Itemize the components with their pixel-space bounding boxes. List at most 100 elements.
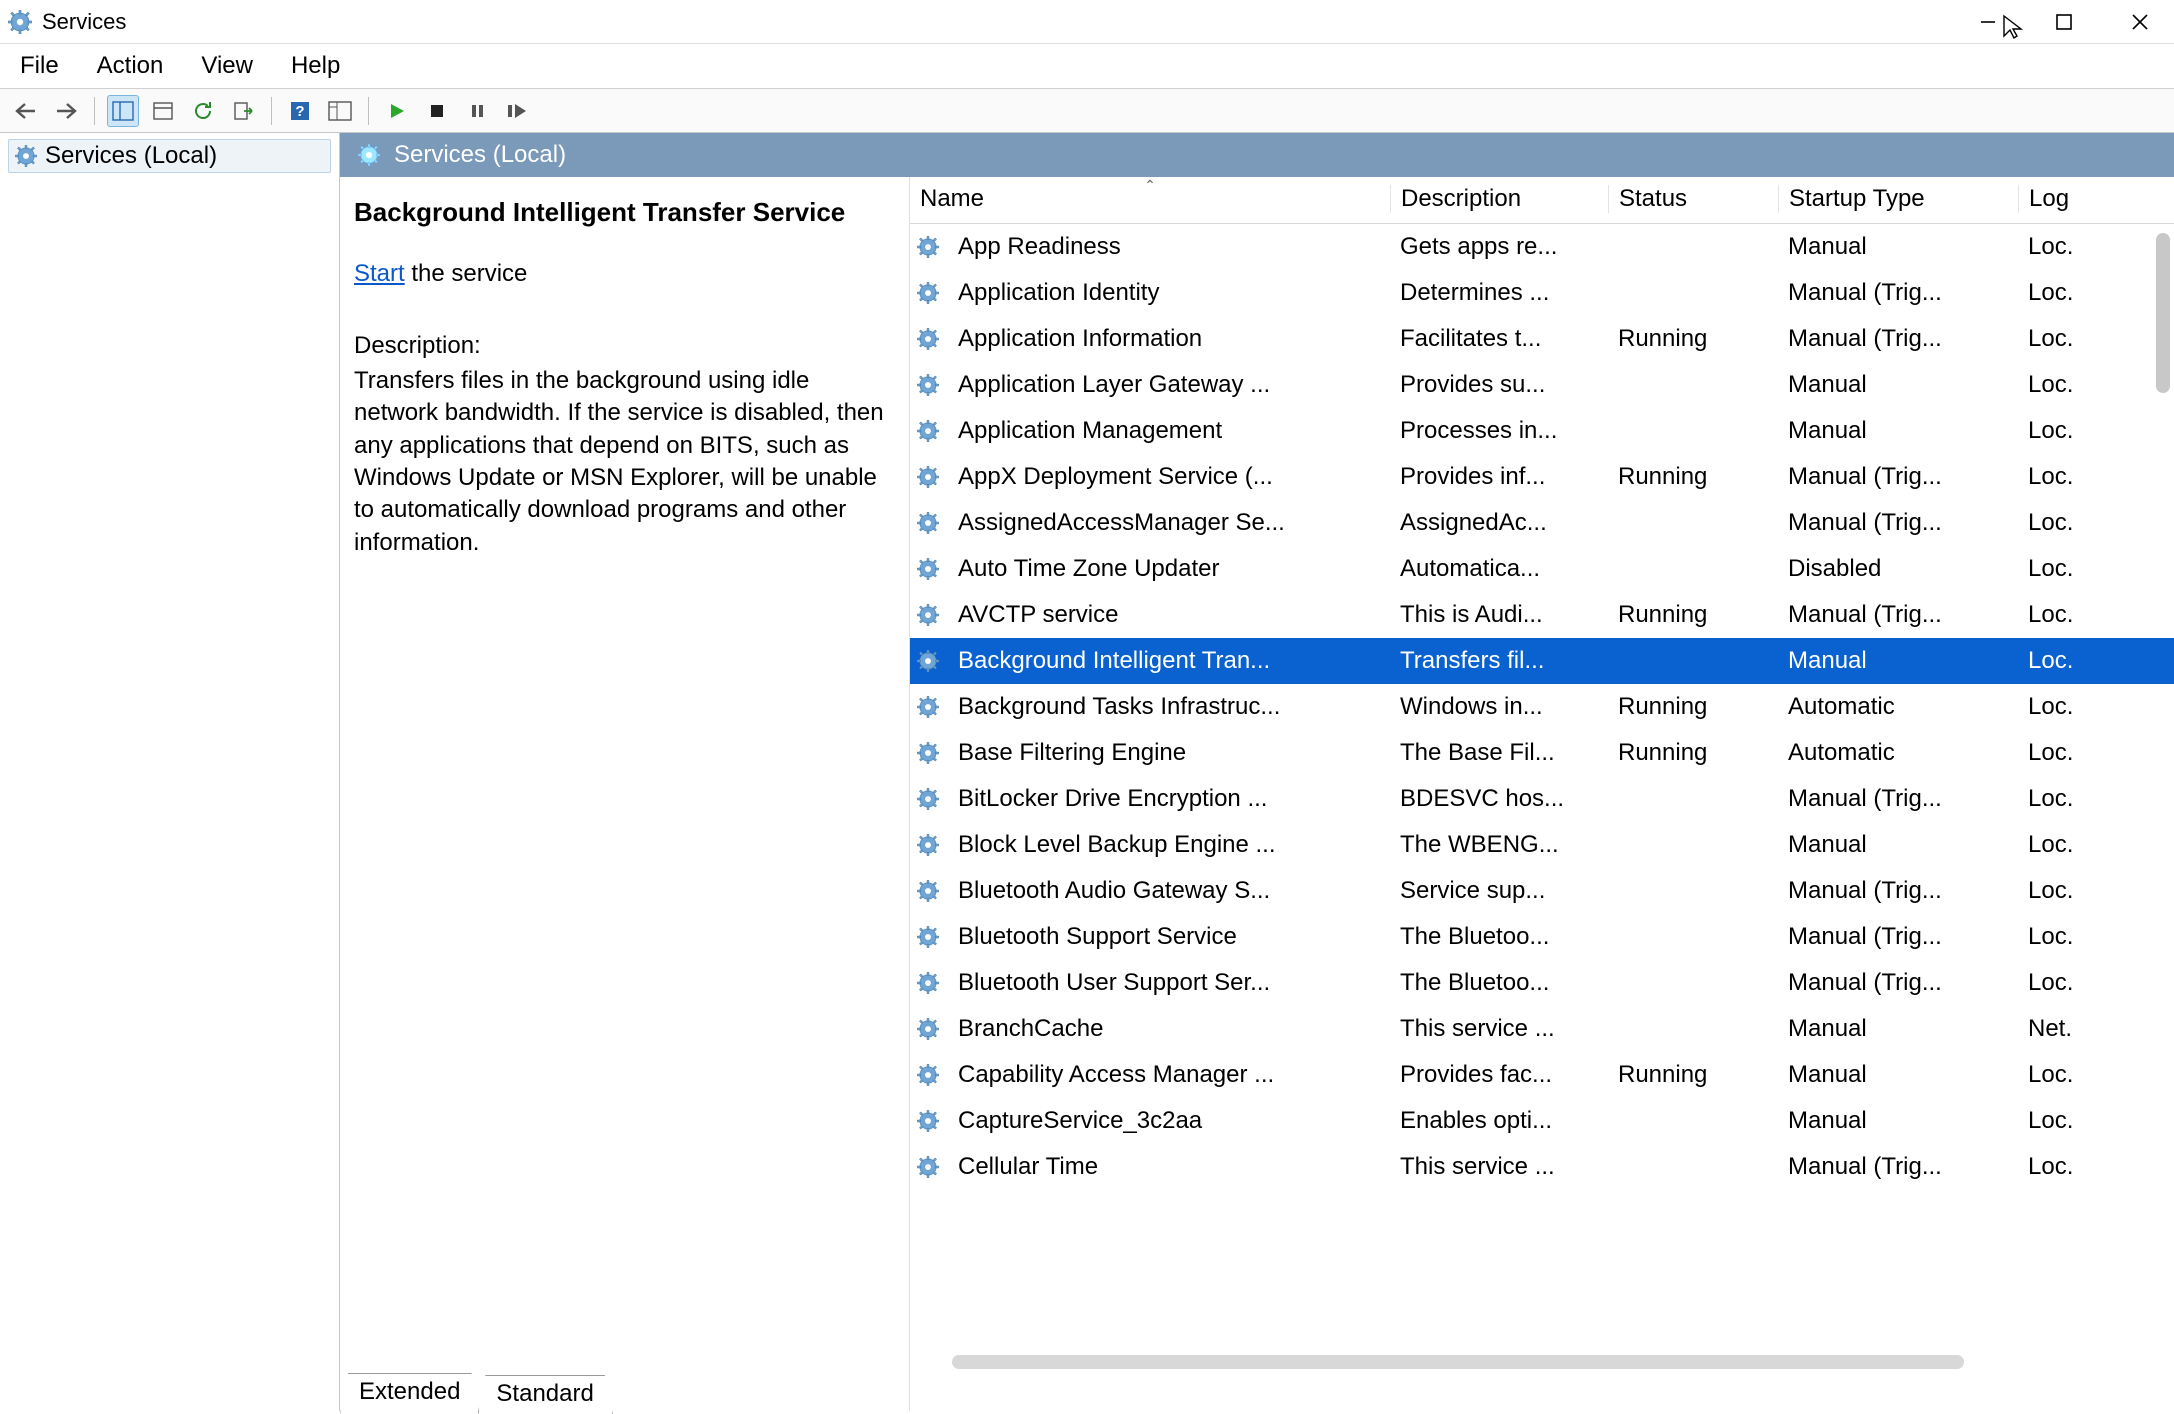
back-button[interactable] [10, 95, 42, 127]
service-row[interactable]: CaptureService_3c2aaEnables opti...Manua… [910, 1098, 2174, 1144]
gear-icon [914, 1018, 942, 1040]
service-row[interactable]: Auto Time Zone UpdaterAutomatica...Disab… [910, 546, 2174, 592]
restart-service-button[interactable] [501, 95, 533, 127]
service-startup: Manual (Trig... [1778, 279, 2018, 307]
gear-icon [914, 926, 942, 948]
service-name: Application Information [948, 325, 1390, 353]
gear-icon [914, 236, 942, 258]
service-logon: Loc. [2018, 693, 2098, 721]
service-startup: Manual (Trig... [1778, 969, 2018, 997]
service-row[interactable]: Block Level Backup Engine ...The WBENG..… [910, 822, 2174, 868]
service-row[interactable]: Application Layer Gateway ...Provides su… [910, 362, 2174, 408]
col-status[interactable]: Status [1608, 185, 1778, 213]
show-hide-tree-button[interactable] [107, 95, 139, 127]
col-name[interactable]: ⌃Name [910, 185, 1390, 213]
service-row[interactable]: Base Filtering EngineThe Base Fil...Runn… [910, 730, 2174, 776]
forward-button[interactable] [50, 95, 82, 127]
horizontal-scrollbar[interactable] [952, 1355, 1964, 1369]
service-name: App Readiness [948, 233, 1390, 261]
service-row[interactable]: Application IdentityDetermines ...Manual… [910, 270, 2174, 316]
tab-standard[interactable]: Standard [477, 1375, 612, 1414]
service-name: Application Layer Gateway ... [948, 371, 1390, 399]
service-logon: Loc. [2018, 877, 2098, 905]
gear-icon [914, 742, 942, 764]
tab-extended[interactable]: Extended [340, 1373, 479, 1414]
gear-icon [914, 512, 942, 534]
gear-icon [914, 1064, 942, 1086]
console-button[interactable] [324, 95, 356, 127]
gear-icon [914, 328, 942, 350]
col-description[interactable]: Description [1390, 185, 1608, 213]
tree-root-item[interactable]: Services (Local) [8, 139, 331, 173]
titlebar: Services [0, 0, 2174, 44]
tree-pane: Services (Local) [0, 133, 340, 1411]
service-startup: Manual (Trig... [1778, 601, 2018, 629]
service-row[interactable]: Cellular TimeThis service ...Manual (Tri… [910, 1144, 2174, 1190]
service-logon: Loc. [2018, 417, 2098, 445]
menu-help[interactable]: Help [291, 52, 340, 80]
pause-service-button[interactable] [461, 95, 493, 127]
export-button[interactable] [227, 95, 259, 127]
service-row[interactable]: Application InformationFacilitates t...R… [910, 316, 2174, 362]
service-logon: Loc. [2018, 279, 2098, 307]
col-logon[interactable]: Log [2018, 185, 2098, 213]
service-logon: Loc. [2018, 233, 2098, 261]
gear-icon [15, 145, 37, 167]
menu-view[interactable]: View [201, 52, 253, 80]
menu-action[interactable]: Action [97, 52, 164, 80]
service-startup: Manual [1778, 831, 2018, 859]
service-logon: Loc. [2018, 1061, 2098, 1089]
service-startup: Disabled [1778, 555, 2018, 583]
service-row[interactable]: Background Tasks Infrastruc...Windows in… [910, 684, 2174, 730]
service-name: AVCTP service [948, 601, 1390, 629]
service-row[interactable]: BitLocker Drive Encryption ...BDESVC hos… [910, 776, 2174, 822]
close-button[interactable] [2122, 4, 2158, 40]
service-row[interactable]: Application ManagementProcesses in...Man… [910, 408, 2174, 454]
list-body[interactable]: App ReadinessGets apps re...ManualLoc.Ap… [910, 224, 2174, 1411]
service-row[interactable]: BranchCacheThis service ...ManualNet. [910, 1006, 2174, 1052]
service-row[interactable]: App ReadinessGets apps re...ManualLoc. [910, 224, 2174, 270]
service-startup: Manual [1778, 417, 2018, 445]
service-startup: Manual (Trig... [1778, 785, 2018, 813]
gear-icon [914, 696, 942, 718]
service-row[interactable]: Background Intelligent Tran...Transfers … [910, 638, 2174, 684]
service-logon: Loc. [2018, 923, 2098, 951]
service-description: Provides inf... [1390, 463, 1608, 491]
window-title: Services [42, 9, 1970, 35]
service-description: Facilitates t... [1390, 325, 1608, 353]
service-name: Bluetooth Audio Gateway S... [948, 877, 1390, 905]
service-row[interactable]: AssignedAccessManager Se...AssignedAc...… [910, 500, 2174, 546]
refresh-button[interactable] [187, 95, 219, 127]
service-logon: Loc. [2018, 325, 2098, 353]
service-status: Running [1608, 693, 1778, 721]
service-logon: Loc. [2018, 1153, 2098, 1181]
maximize-button[interactable] [2046, 4, 2082, 40]
service-startup: Automatic [1778, 693, 2018, 721]
service-name: Application Identity [948, 279, 1390, 307]
stop-service-button[interactable] [421, 95, 453, 127]
service-row[interactable]: Capability Access Manager ...Provides fa… [910, 1052, 2174, 1098]
start-service-link[interactable]: Start [354, 260, 405, 287]
service-row[interactable]: Bluetooth Support ServiceThe Bluetoo...M… [910, 914, 2174, 960]
gear-icon [914, 420, 942, 442]
gear-icon [914, 880, 942, 902]
service-description: The Bluetoo... [1390, 969, 1608, 997]
service-row[interactable]: AppX Deployment Service (...Provides inf… [910, 454, 2174, 500]
gear-icon [914, 972, 942, 994]
service-startup: Manual (Trig... [1778, 1153, 2018, 1181]
help-button[interactable]: ? [284, 95, 316, 127]
menu-file[interactable]: File [20, 52, 59, 80]
service-row[interactable]: AVCTP serviceThis is Audi...RunningManua… [910, 592, 2174, 638]
service-row[interactable]: Bluetooth User Support Ser...The Bluetoo… [910, 960, 2174, 1006]
service-description: Automatica... [1390, 555, 1608, 583]
vertical-scrollbar[interactable] [2156, 233, 2170, 393]
minimize-button[interactable] [1970, 4, 2006, 40]
col-startup-type[interactable]: Startup Type [1778, 185, 2018, 213]
properties-button[interactable] [147, 95, 179, 127]
toolbar: ? [0, 89, 2174, 133]
service-row[interactable]: Bluetooth Audio Gateway S...Service sup.… [910, 868, 2174, 914]
service-startup: Manual (Trig... [1778, 923, 2018, 951]
start-service-button[interactable] [381, 95, 413, 127]
service-name: Block Level Backup Engine ... [948, 831, 1390, 859]
service-startup: Manual (Trig... [1778, 463, 2018, 491]
